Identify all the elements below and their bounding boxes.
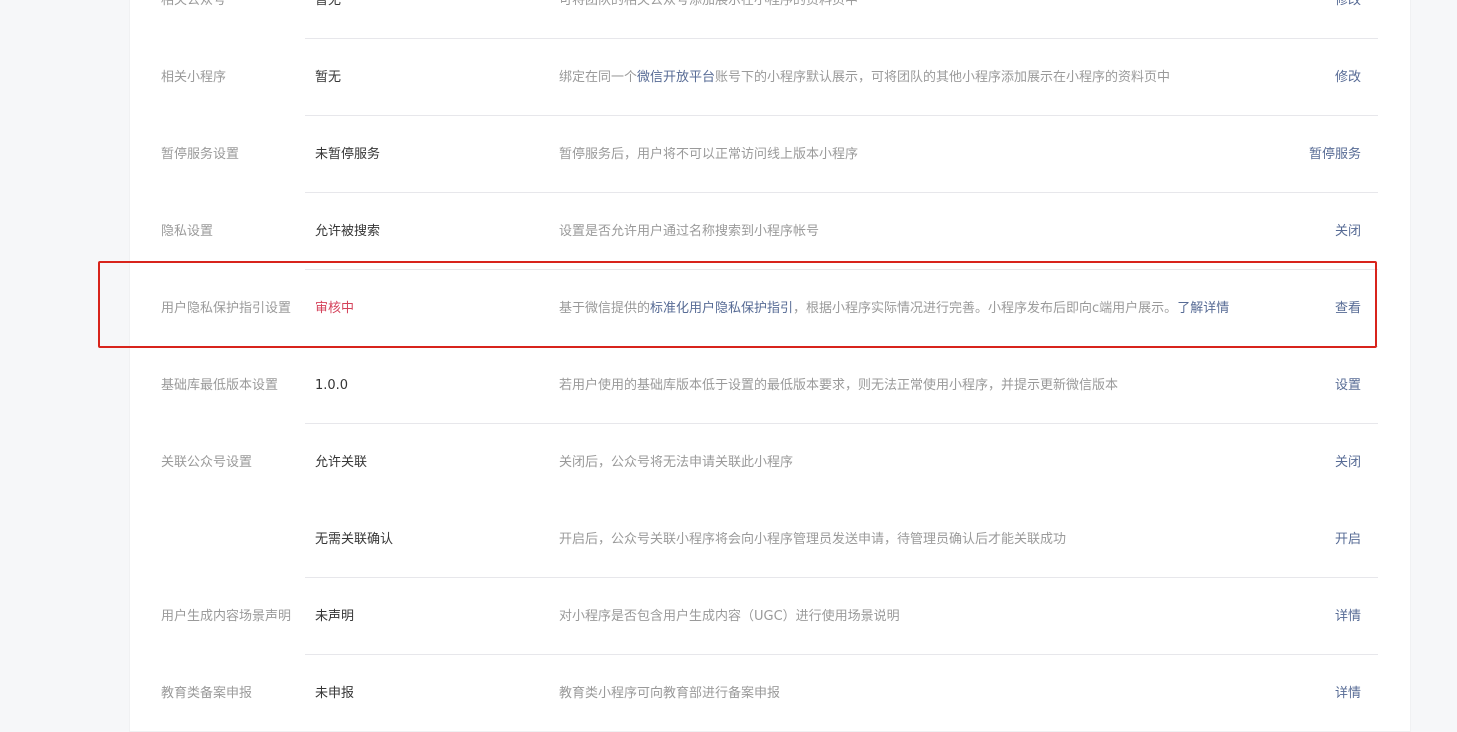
row-label: 关联公众号设置 [161,455,253,470]
row-ugc-declaration: 用户生成内容场景声明 未声明 对小程序是否包含用户生成内容（UGC）进行使用场景… [130,578,1410,655]
modify-button[interactable]: 修改 [1241,39,1361,116]
row-label: 暂停服务设置 [161,147,240,162]
row-label: 基础库最低版本设置 [161,378,279,393]
row-description: 教育类小程序可向教育部进行备案申报 [559,686,781,701]
row-description: 绑定在同一个微信开放平台账号下的小程序默认展示，可将团队的其他小程序添加展示在小… [559,39,1249,116]
row-link-confirmation: 无需关联确认 开启后，公众号关联小程序将会向小程序管理员发送申请，待管理员确认后… [130,501,1410,578]
row-value: 暂无 [315,70,342,85]
desc-text: ，根据小程序实际情况进行完善。小程序发布后即向c端用户展示。 [793,301,1178,316]
row-value: 允许关联 [315,455,368,470]
privacy-guide-link[interactable]: 标准化用户隐私保护指引 [650,301,793,316]
open-platform-link[interactable]: 微信开放平台 [637,70,715,85]
row-label: 相关公众号 [161,0,227,8]
row-description: 关闭后，公众号将无法申请关联此小程序 [559,455,794,470]
row-value: 无需关联确认 [315,532,394,547]
settings-page: 相关公众号 暂无 可将团队的相关公众号添加展示在小程序的资料页中 修改 相关小程… [0,0,1457,731]
row-related-official-account: 相关公众号 暂无 可将团队的相关公众号添加展示在小程序的资料页中 修改 [130,0,1410,39]
view-button[interactable]: 查看 [1241,270,1361,347]
row-label: 教育类备案申报 [161,686,253,701]
row-value: 未暂停服务 [315,147,381,162]
details-button[interactable]: 详情 [1241,655,1361,732]
row-user-privacy-guide: 用户隐私保护指引设置 审核中 基于微信提供的标准化用户隐私保护指引，根据小程序实… [130,270,1410,347]
row-value: 未申报 [315,686,355,701]
close-search-button[interactable]: 关闭 [1241,193,1361,270]
row-description: 设置是否允许用户通过名称搜索到小程序帐号 [559,224,820,239]
row-pause-service: 暂停服务设置 未暂停服务 暂停服务后，用户将不可以正常访问线上版本小程序 暂停服… [130,116,1410,193]
row-description: 暂停服务后，用户将不可以正常访问线上版本小程序 [559,147,859,162]
row-label: 相关小程序 [161,70,227,85]
row-description: 若用户使用的基础库版本低于设置的最低版本要求，则无法正常使用小程序，并提示更新微… [559,378,1119,393]
learn-more-link[interactable]: 了解详情 [1177,301,1229,316]
row-value: 允许被搜索 [315,224,381,239]
set-button[interactable]: 设置 [1241,347,1361,424]
settings-panel: 相关公众号 暂无 可将团队的相关公众号添加展示在小程序的资料页中 修改 相关小程… [130,0,1410,731]
status-under-review: 审核中 [315,301,355,316]
row-description: 对小程序是否包含用户生成内容（UGC）进行使用场景说明 [559,609,900,624]
desc-text: 绑定在同一个 [559,70,638,85]
row-label: 隐私设置 [161,224,214,239]
row-description: 基于微信提供的标准化用户隐私保护指引，根据小程序实际情况进行完善。小程序发布后即… [559,270,1249,347]
enable-button[interactable]: 开启 [1241,501,1361,578]
row-description: 可将团队的相关公众号添加展示在小程序的资料页中 [559,0,859,8]
row-value: 1.0.0 [315,378,349,393]
desc-text: 账号下的小程序默认展示，可将团队的其他小程序添加展示在小程序的资料页中 [715,70,1171,85]
row-privacy-settings: 隐私设置 允许被搜索 设置是否允许用户通过名称搜索到小程序帐号 关闭 [130,193,1410,270]
modify-button[interactable]: 修改 [1241,0,1361,39]
row-label: 用户隐私保护指引设置 [161,301,292,316]
close-link-button[interactable]: 关闭 [1241,424,1361,501]
settings-list: 相关公众号 暂无 可将团队的相关公众号添加展示在小程序的资料页中 修改 相关小程… [130,0,1410,732]
row-label: 用户生成内容场景声明 [161,609,292,624]
row-education-filing: 教育类备案申报 未申报 教育类小程序可向教育部进行备案申报 详情 [130,655,1410,732]
row-related-mini-program: 相关小程序 暂无 绑定在同一个微信开放平台账号下的小程序默认展示，可将团队的其他… [130,39,1410,116]
pause-service-button[interactable]: 暂停服务 [1241,116,1361,193]
row-min-lib-version: 基础库最低版本设置 1.0.0 若用户使用的基础库版本低于设置的最低版本要求，则… [130,347,1410,424]
row-description: 开启后，公众号关联小程序将会向小程序管理员发送申请，待管理员确认后才能关联成功 [559,532,1067,547]
details-button[interactable]: 详情 [1241,578,1361,655]
row-value: 暂无 [315,0,342,8]
row-link-official-account: 关联公众号设置 允许关联 关闭后，公众号将无法申请关联此小程序 关闭 [130,424,1410,501]
row-value: 未声明 [315,609,355,624]
desc-text: 基于微信提供的 [559,301,651,316]
row-label [161,501,296,578]
